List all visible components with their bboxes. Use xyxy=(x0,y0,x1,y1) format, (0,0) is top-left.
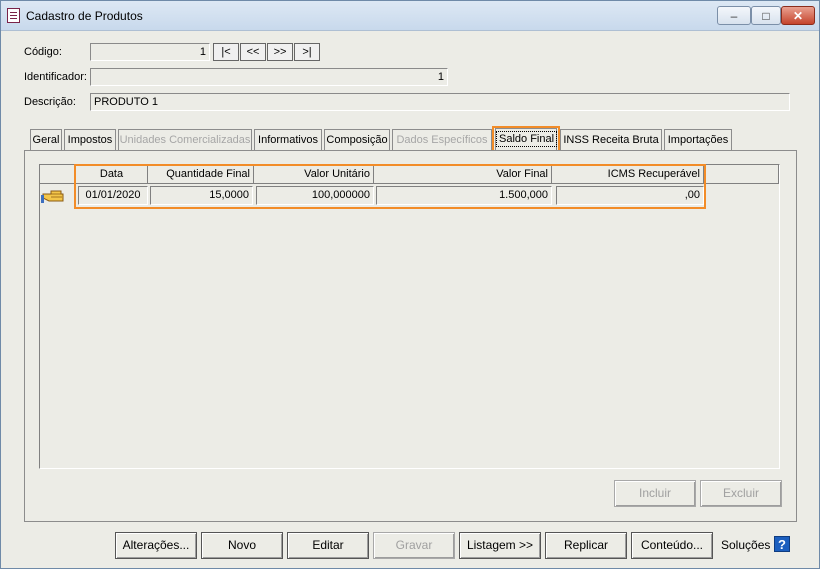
nav-last-button[interactable]: >| xyxy=(294,43,320,61)
cell-data[interactable]: 01/01/2020 xyxy=(78,186,148,205)
help-icon[interactable]: ? xyxy=(774,536,790,552)
col-header-empty xyxy=(704,165,779,184)
window-title: Cadastro de Produtos xyxy=(26,9,143,23)
codigo-label: Código: xyxy=(24,46,62,58)
close-button[interactable]: ✕ xyxy=(781,6,815,25)
tab-unidades-comercializadas[interactable]: Unidades Comercializadas xyxy=(118,129,252,150)
nav-prev-button[interactable]: << xyxy=(240,43,266,61)
pointing-hand-icon xyxy=(41,190,64,203)
cell-valor-final[interactable]: 1.500,000 xyxy=(376,186,552,205)
title-bar[interactable]: Cadastro de Produtos – □ ✕ xyxy=(1,1,819,31)
col-header-valor-unitario[interactable]: Valor Unitário xyxy=(254,165,374,184)
maximize-button[interactable]: □ xyxy=(751,6,781,25)
grid-indicator-header xyxy=(40,165,76,184)
highlight-tab-saldo-final xyxy=(492,126,560,152)
tab-informativos[interactable]: Informativos xyxy=(254,129,322,150)
nav-next-button[interactable]: >> xyxy=(267,43,293,61)
tab-inss-receita-bruta[interactable]: INSS Receita Bruta xyxy=(560,129,662,150)
cell-valor-unitario[interactable]: 100,000000 xyxy=(256,186,374,205)
nav-first-button[interactable]: |< xyxy=(213,43,239,61)
incluir-button[interactable]: Incluir xyxy=(614,480,696,507)
identificador-label: Identificador: xyxy=(24,71,87,83)
editar-button[interactable]: Editar xyxy=(287,532,369,559)
minimize-button[interactable]: – xyxy=(717,6,751,25)
novo-button[interactable]: Novo xyxy=(201,532,283,559)
tab-geral[interactable]: Geral xyxy=(30,129,62,150)
col-header-icms-recuperavel[interactable]: ICMS Recuperável xyxy=(552,165,704,184)
descricao-label: Descrição: xyxy=(24,96,76,108)
tab-importacoes[interactable]: Importações xyxy=(664,129,732,150)
replicar-button[interactable]: Replicar xyxy=(545,532,627,559)
col-header-valor-final[interactable]: Valor Final xyxy=(374,165,552,184)
codigo-field[interactable]: 1 xyxy=(90,43,210,61)
listagem-button[interactable]: Listagem >> xyxy=(459,532,541,559)
cell-quantidade-final[interactable]: 15,0000 xyxy=(150,186,253,205)
excluir-button[interactable]: Excluir xyxy=(700,480,782,507)
tab-dados-especificos[interactable]: Dados Específicos xyxy=(392,129,492,150)
gravar-button[interactable]: Gravar xyxy=(373,532,455,559)
solucoes-link[interactable]: Soluções xyxy=(721,538,770,552)
tab-impostos[interactable]: Impostos xyxy=(64,129,116,150)
saldo-grid[interactable] xyxy=(39,164,780,469)
conteudo-button[interactable]: Conteúdo... xyxy=(631,532,713,559)
document-icon xyxy=(7,8,20,23)
tab-composicao[interactable]: Composição xyxy=(324,129,390,150)
identificador-field[interactable]: 1 xyxy=(90,68,448,86)
main-window: Cadastro de Produtos – □ ✕ Código: 1 |< … xyxy=(0,0,820,569)
col-header-data[interactable]: Data xyxy=(76,165,148,184)
cell-icms-recuperavel[interactable]: ,00 xyxy=(556,186,704,205)
col-header-quantidade-final[interactable]: Quantidade Final xyxy=(148,165,254,184)
descricao-field[interactable]: PRODUTO 1 xyxy=(90,93,790,111)
alteracoes-button[interactable]: Alterações... xyxy=(115,532,197,559)
